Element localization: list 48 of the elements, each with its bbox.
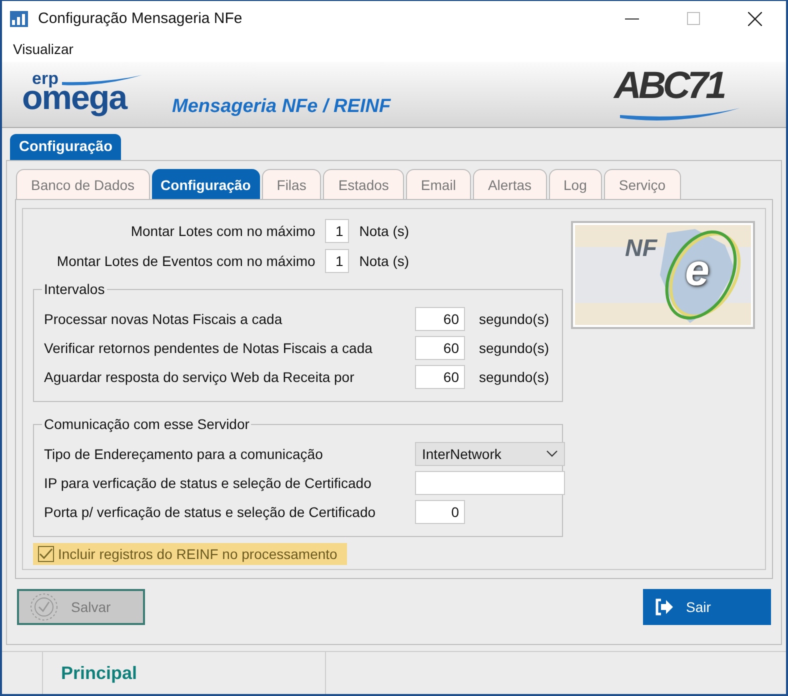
input-field[interactable]: 1	[325, 249, 350, 273]
tab[interactable]: Banco de Dados	[16, 169, 150, 199]
close-icon[interactable]	[748, 12, 762, 26]
field-label: Montar Lotes de Eventos com no máximo	[56, 253, 316, 269]
field-label: Porta p/ verficação de status e seleção de Certificado	[44, 504, 377, 520]
tab[interactable]: Estados	[323, 169, 404, 199]
field-label: Tipo de Endereçamento para a comunicação	[44, 446, 324, 462]
unit-label: Nota (s)	[359, 223, 410, 239]
field-label: Verificar retornos pendentes de Notas Fiscais a cada	[44, 340, 374, 356]
app-icon	[10, 10, 28, 26]
unit-label: segundo(s)	[478, 340, 550, 356]
input-field[interactable]: 0	[415, 500, 465, 524]
partner-logo: ABC71	[614, 66, 746, 124]
field-label: Montar Lotes com no máximo	[130, 223, 316, 239]
input-field[interactable]: 60	[415, 364, 465, 388]
input-field[interactable]: 1	[325, 219, 350, 243]
input-field[interactable]	[415, 470, 565, 494]
tab[interactable]: Email	[406, 169, 471, 199]
window-title: Configuração Mensageria NFe	[38, 10, 242, 27]
header-subtitle: Mensageria NFe / REINF	[172, 96, 391, 118]
nfe-logo: NF e	[571, 221, 755, 329]
tab[interactable]: Serviço	[604, 169, 681, 199]
unit-label: Nota (s)	[359, 253, 410, 269]
status-label: Principal	[61, 662, 138, 684]
chevron-down-icon	[546, 450, 558, 457]
dropdown[interactable]: InterNetwork	[415, 442, 565, 466]
menu-item[interactable]: Visualizar	[13, 41, 74, 57]
check-circle-icon	[29, 592, 59, 622]
exit-button[interactable]: Sair	[643, 589, 771, 625]
tab[interactable]: Log	[548, 169, 602, 199]
checkbox-label: Incluir registros do REINF no processamento	[58, 546, 338, 562]
checkbox-option[interactable]: Incluir registros do REINF no processamento	[33, 543, 348, 565]
tab[interactable]: Alertas	[472, 169, 547, 199]
unit-label: segundo(s)	[478, 310, 550, 326]
group-title: Intervalos	[42, 281, 107, 297]
field-label: Processar novas Notas Fiscais a cada	[44, 310, 284, 326]
section-tab[interactable]: Configuração	[10, 134, 122, 160]
group-title: Comunicação com esse Servidor	[42, 416, 252, 432]
input-field[interactable]: 60	[415, 336, 465, 360]
tab[interactable]: Configuração	[152, 169, 260, 199]
tab[interactable]: Filas	[262, 169, 322, 199]
exit-icon	[654, 598, 674, 616]
field-label: Aguardar resposta do serviço Web da Receita por	[44, 368, 356, 384]
unit-label: segundo(s)	[478, 368, 550, 384]
input-field[interactable]: 60	[415, 306, 465, 330]
checkbox[interactable]	[38, 546, 54, 562]
omega-logo: erp omega	[22, 68, 144, 120]
field-label: IP para verficação de status e seleção de Certificado	[44, 474, 372, 490]
